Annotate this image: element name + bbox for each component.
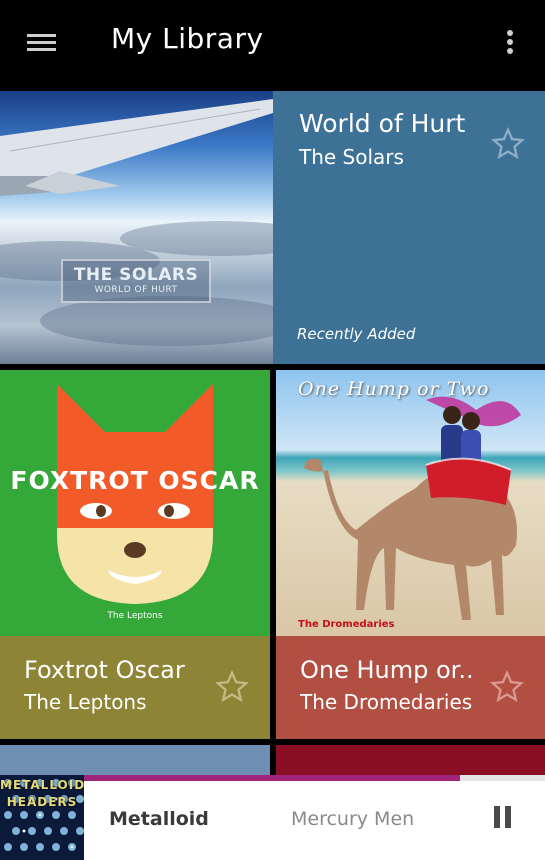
cover-album-text: WORLD OF HURT xyxy=(94,285,178,295)
featured-album-info[interactable]: World of Hurt The Solars Recently Added xyxy=(273,91,545,364)
now-playing-artist: Mercury Men xyxy=(291,808,415,830)
album-art[interactable]: FOXTROT OSCAR The Leptons xyxy=(0,370,270,636)
album-title: World of Hurt xyxy=(299,109,466,138)
page-title: My Library xyxy=(111,22,264,55)
star-outline-icon[interactable] xyxy=(490,670,524,704)
now-playing-cover-text: METALLOID HEADERS xyxy=(0,778,84,809)
cover-band-text: THE SOLARS xyxy=(73,265,199,285)
playback-progress-bar[interactable] xyxy=(84,775,545,781)
album-tile-partial[interactable] xyxy=(0,745,270,775)
cover-title: FOXTROT OSCAR xyxy=(10,466,260,495)
album-info[interactable]: Foxtrot Oscar The Leptons xyxy=(0,636,270,739)
pause-icon[interactable] xyxy=(492,806,514,830)
album-tile-partial[interactable] xyxy=(276,745,545,775)
album-tile[interactable]: One Hump or Two The Dromedaries One Hump… xyxy=(276,370,545,739)
more-options-icon[interactable] xyxy=(500,28,520,60)
star-outline-icon[interactable] xyxy=(215,670,249,704)
cover-credit: The Dromedaries xyxy=(298,619,395,630)
airplane-wing-image xyxy=(0,99,273,196)
playback-progress-fill xyxy=(84,775,460,781)
now-playing-bar[interactable]: METALLOID HEADERS Metalloid Mercury Men xyxy=(0,775,545,860)
cover-label: THE SOLARS WORLD OF HURT xyxy=(61,259,211,303)
now-playing-title: Metalloid xyxy=(109,808,209,830)
album-tile[interactable]: FOXTROT OSCAR The Leptons Foxtrot Oscar … xyxy=(0,370,270,739)
artist-name: The Solars xyxy=(299,145,404,169)
app-bar: My Library xyxy=(0,0,545,90)
album-title: Foxtrot Oscar xyxy=(24,656,185,684)
featured-album-art[interactable]: THE SOLARS WORLD OF HURT xyxy=(0,91,273,364)
artist-name: The Leptons xyxy=(24,690,147,714)
album-art[interactable]: One Hump or Two The Dromedaries xyxy=(276,370,545,636)
album-title: One Hump or.. xyxy=(300,656,474,684)
menu-icon[interactable] xyxy=(27,32,57,54)
album-info[interactable]: One Hump or.. The Dromedaries xyxy=(276,636,545,739)
recently-added-label: Recently Added xyxy=(297,325,416,343)
fox-illustration xyxy=(57,384,213,604)
cover-title: One Hump or Two xyxy=(298,378,490,400)
artist-name: The Dromedaries xyxy=(300,690,473,714)
star-outline-icon[interactable] xyxy=(491,127,525,161)
camel-photo xyxy=(304,396,521,620)
now-playing-art[interactable]: METALLOID HEADERS xyxy=(0,775,84,860)
cover-credit: The Leptons xyxy=(107,611,163,621)
